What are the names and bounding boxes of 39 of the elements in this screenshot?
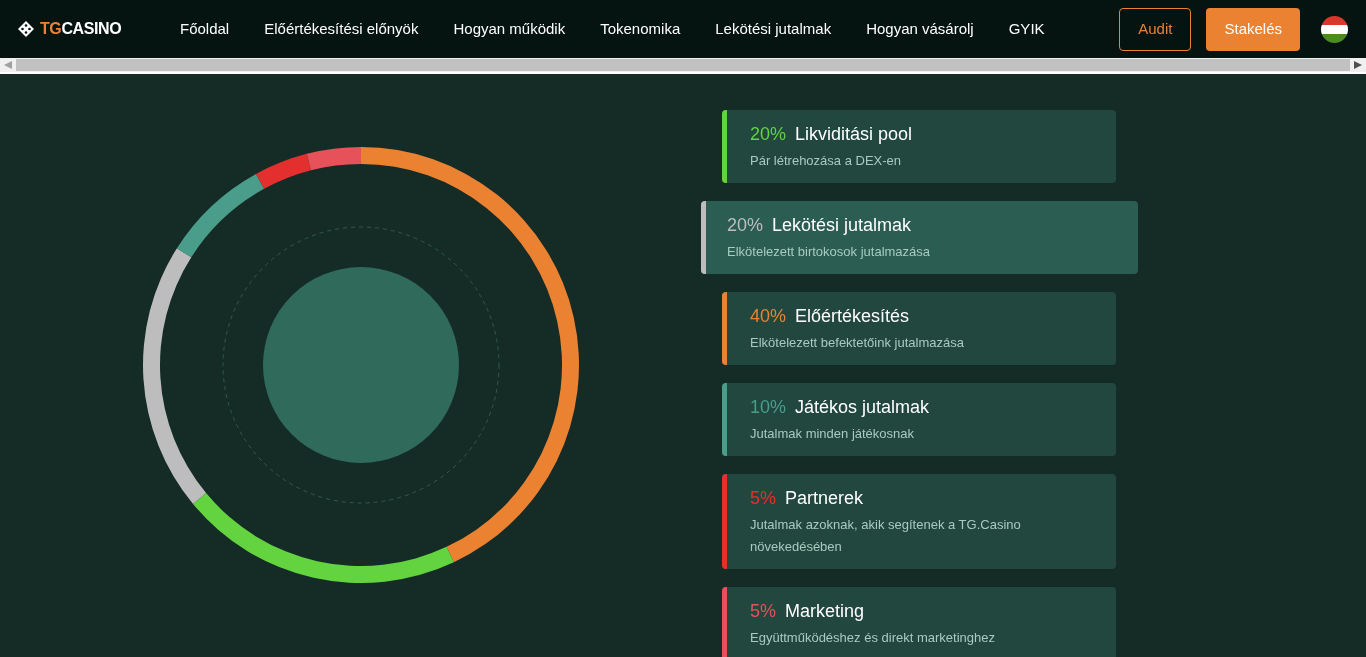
allocation-card[interactable]: 5% Marketing Együttműködéshez és direkt marketinghez <box>722 587 1116 657</box>
logo[interactable]: TGCASINO <box>40 17 122 41</box>
allocation-title: Partnerek <box>785 487 864 510</box>
nav-link[interactable]: Tokenomika <box>600 17 681 41</box>
dice-icon <box>18 21 34 37</box>
allocation-description: Elkötelezett birtokosok jutalmazása <box>727 243 932 261</box>
allocation-description: Pár létrehozása a DEX-en <box>750 152 903 170</box>
allocation-title: Játékos jutalmak <box>795 396 930 419</box>
allocation-description: Jutalmak azoknak, akik segítenek a TG.Casino növekedésében <box>750 516 1022 556</box>
nav-link[interactable]: Hogyan vásárolj <box>866 17 974 41</box>
nav-link[interactable]: Lekötési jutalmak <box>715 17 832 41</box>
allocation-percent: 10% <box>750 396 787 419</box>
allocation-percent: 5% <box>750 600 776 623</box>
allocation-title: Lekötési jutalmak <box>772 214 912 237</box>
allocation-card[interactable]: 20% Lekötési jutalmak Elkötelezett birtokosok jutalmazása <box>701 201 1138 274</box>
allocation-description: Elkötelezett befektetőink jutalmazása <box>750 334 965 352</box>
allocation-percent: 5% <box>750 487 776 510</box>
allocation-card[interactable]: 40% Előértékesítés Elkötelezett befektetőink jutalmazása <box>722 292 1116 365</box>
nav-link[interactable]: Előértékesítési előnyök <box>264 17 419 41</box>
scrollbar-thumb[interactable] <box>16 59 1350 71</box>
scroll-right-icon[interactable] <box>1354 61 1362 69</box>
allocation-description: Jutalmak minden játékosnak <box>750 425 916 443</box>
allocation-percent: 20% <box>727 214 764 237</box>
allocation-card[interactable]: 5% Partnerek Jutalmak azoknak, akik segítenek a TG.Casino növekedésében <box>722 474 1116 569</box>
horizontal-scrollbar[interactable] <box>0 58 1366 74</box>
allocation-title: Likviditási pool <box>795 123 913 146</box>
allocation-title: Marketing <box>785 600 865 623</box>
allocation-card[interactable]: 10% Játékos jutalmak Jutalmak minden játékosnak <box>722 383 1116 456</box>
nav-link[interactable]: Hogyan működik <box>453 17 566 41</box>
allocation-card[interactable]: 20% Likviditási pool Pár létrehozása a DEX-en <box>722 110 1116 183</box>
allocation-percent: 20% <box>750 123 787 146</box>
allocation-description: Együttműködéshez és direkt marketinghez <box>750 629 996 647</box>
allocation-percent: 40% <box>750 305 787 328</box>
allocation-title: Előértékesítés <box>795 305 910 328</box>
nav-button[interactable]: Audit <box>1119 7 1192 51</box>
nav-link[interactable]: GYIK <box>1008 17 1045 41</box>
flag-icon[interactable] <box>1321 15 1348 43</box>
scroll-left-icon[interactable] <box>4 61 12 69</box>
nav-link[interactable]: Főoldal <box>180 17 230 41</box>
